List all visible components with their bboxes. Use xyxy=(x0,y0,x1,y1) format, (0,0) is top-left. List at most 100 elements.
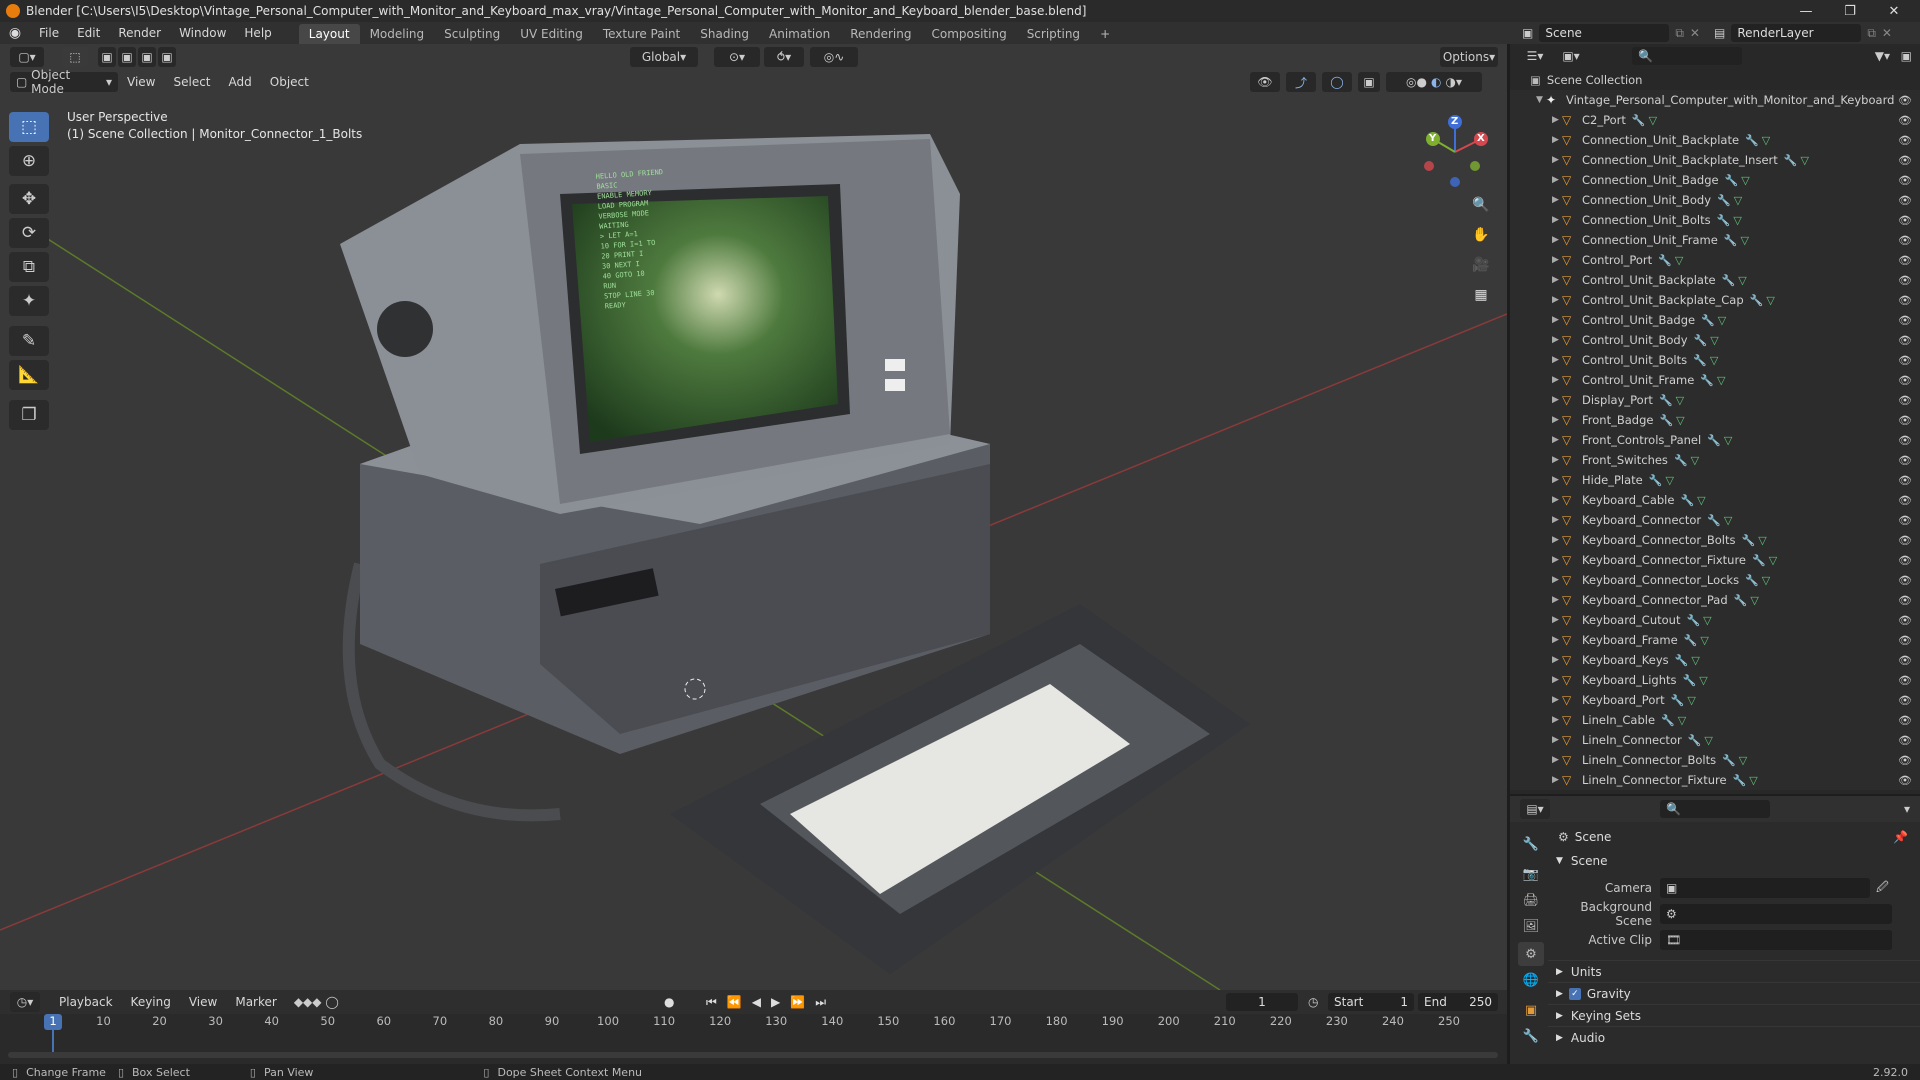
visibility-eye-icon[interactable]: 👁 xyxy=(1898,774,1912,787)
outliner-object-row[interactable]: ▶ ▽ Hide_Plate 🔧 ▽ 👁 xyxy=(1510,470,1920,490)
collection-row[interactable]: ▼ ✦ Vintage_Personal_Computer_with_Monit… xyxy=(1510,90,1920,110)
modifier-icon[interactable]: 🔧 xyxy=(1745,574,1759,587)
menu-render[interactable]: Render xyxy=(109,22,170,44)
outliner-object-row[interactable]: ▶ ▽ C2_Port 🔧 ▽ 👁 xyxy=(1510,110,1920,130)
mesh-data-icon[interactable]: ▽ xyxy=(1676,414,1684,427)
viewport-menu-select[interactable]: Select xyxy=(164,71,219,93)
outliner-object-row[interactable]: ▶ ▽ Control_Unit_Bolts 🔧 ▽ 👁 xyxy=(1510,350,1920,370)
visibility-eye-icon[interactable]: 👁 xyxy=(1898,354,1912,367)
outliner-object-row[interactable]: ▶ ▽ Keyboard_Cable 🔧 ▽ 👁 xyxy=(1510,490,1920,510)
outliner-object-row[interactable]: ▶ ▽ Keyboard_Connector_Locks 🔧 ▽ 👁 xyxy=(1510,570,1920,590)
viewport-menu-view[interactable]: View xyxy=(118,71,164,93)
object-tab-icon[interactable]: ▣ xyxy=(1518,998,1544,1022)
expand-icon[interactable]: ▶ xyxy=(1552,435,1562,445)
select-tool-icon[interactable]: ⬚ xyxy=(62,47,88,67)
visibility-eye-icon[interactable]: 👁 xyxy=(1898,374,1912,387)
proportional-edit-icon[interactable]: ◎∿ xyxy=(810,47,858,67)
outliner-object-row[interactable]: ▶ ▽ Keyboard_Frame 🔧 ▽ 👁 xyxy=(1510,630,1920,650)
visibility-eye-icon[interactable]: 👁 xyxy=(1898,634,1912,647)
ortho-toggle-icon[interactable]: ▦ xyxy=(1468,282,1494,308)
visibility-eye-icon[interactable]: 👁 xyxy=(1898,194,1912,207)
close-button[interactable]: ✕ xyxy=(1872,0,1916,22)
mesh-data-icon[interactable]: ▽ xyxy=(1762,574,1770,587)
visibility-eye-icon[interactable]: 👁 xyxy=(1898,294,1912,307)
expand-icon[interactable]: ▶ xyxy=(1552,415,1562,425)
modifier-icon[interactable]: 🔧 xyxy=(1671,694,1685,707)
modifier-icon[interactable]: 🔧 xyxy=(1745,134,1759,147)
expand-icon[interactable]: ▶ xyxy=(1552,555,1562,565)
modifier-icon[interactable]: 🔧 xyxy=(1742,534,1756,547)
visibility-eye-icon[interactable]: 👁 xyxy=(1898,454,1912,467)
maximize-button[interactable]: ❐ xyxy=(1828,0,1872,22)
outliner-search-input[interactable]: 🔍 xyxy=(1632,47,1742,65)
outliner-object-row[interactable]: ▶ ▽ Connection_Unit_Bolts 🔧 ▽ 👁 xyxy=(1510,210,1920,230)
add-workspace-button[interactable]: + xyxy=(1090,24,1120,44)
editor-type-button[interactable]: ▢▾ xyxy=(10,47,44,67)
measure-tool-icon[interactable]: 📐 xyxy=(9,360,49,390)
mesh-data-icon[interactable]: ▽ xyxy=(1691,454,1699,467)
mesh-data-icon[interactable]: ▽ xyxy=(1676,394,1684,407)
expand-icon[interactable]: ▶ xyxy=(1552,115,1562,125)
expand-icon[interactable]: ▶ xyxy=(1552,655,1562,665)
tool-tab-icon[interactable]: 🔧 xyxy=(1518,832,1544,856)
properties-editor-icon[interactable]: ▤▾ xyxy=(1520,799,1550,819)
collapse-icon[interactable]: ▼ xyxy=(1536,95,1546,105)
mesh-data-icon[interactable]: ▽ xyxy=(1699,674,1707,687)
xray-toggle-icon[interactable]: ▣ xyxy=(1358,72,1380,92)
render-tab-icon[interactable]: 📷 xyxy=(1518,862,1544,886)
outliner-object-row[interactable]: ▶ ▽ Control_Unit_Frame 🔧 ▽ 👁 xyxy=(1510,370,1920,390)
menu-file[interactable]: File xyxy=(30,22,68,44)
overlay-toggle-icon[interactable]: ◯ xyxy=(1322,72,1352,92)
outliner-object-row[interactable]: ▶ ▽ Control_Unit_Backplate_Cap 🔧 ▽ 👁 xyxy=(1510,290,1920,310)
properties-options-icon[interactable]: ▾ xyxy=(1904,802,1910,816)
render-layer-field[interactable]: RenderLayer xyxy=(1731,24,1862,42)
modifier-icon[interactable]: 🔧 xyxy=(1733,774,1747,787)
outliner-object-row[interactable]: ▶ ▽ Keyboard_Lights 🔧 ▽ 👁 xyxy=(1510,670,1920,690)
mesh-data-icon[interactable]: ▽ xyxy=(1750,594,1758,607)
modifier-icon[interactable]: 🔧 xyxy=(1661,714,1675,727)
modifier-icon[interactable]: 🔧 xyxy=(1659,414,1673,427)
outliner-object-row[interactable]: ▶ ▽ Connection_Unit_Badge 🔧 ▽ 👁 xyxy=(1510,170,1920,190)
viewport-menu-object[interactable]: Object xyxy=(261,71,318,93)
world-tab-icon[interactable]: 🌐 xyxy=(1518,968,1544,992)
expand-icon[interactable]: ▶ xyxy=(1552,195,1562,205)
tab-layout[interactable]: Layout xyxy=(298,24,360,44)
outliner-object-row[interactable]: ▶ ▽ Connection_Unit_Backplate 🔧 ▽ 👁 xyxy=(1510,130,1920,150)
expand-icon[interactable]: ▶ xyxy=(1552,755,1562,765)
display-mode-icon[interactable]: ▣▾ xyxy=(1556,46,1586,66)
modifier-icon[interactable]: 🔧 xyxy=(1675,654,1689,667)
gizmo-toggle-icon[interactable]: ⤴ xyxy=(1286,72,1316,92)
mesh-data-icon[interactable]: ▽ xyxy=(1717,374,1725,387)
outliner-object-row[interactable]: ▶ ▽ LineIn_Connector_Fixture 🔧 ▽ 👁 xyxy=(1510,770,1920,790)
mesh-data-icon[interactable]: ▽ xyxy=(1718,314,1726,327)
scale-tool-icon[interactable]: ⧉ xyxy=(9,252,49,282)
modifier-icon[interactable]: 🔧 xyxy=(1724,234,1738,247)
tab-modeling[interactable]: Modeling xyxy=(360,24,435,44)
outliner-object-row[interactable]: ▶ ▽ Connection_Unit_Frame 🔧 ▽ 👁 xyxy=(1510,230,1920,250)
mesh-data-icon[interactable]: ▽ xyxy=(1741,174,1749,187)
visibility-eye-icon[interactable]: 👁 xyxy=(1898,674,1912,687)
expand-icon[interactable]: ▶ xyxy=(1552,315,1562,325)
modifier-icon[interactable]: 🔧 xyxy=(1694,334,1708,347)
pin-icon[interactable]: 📌 xyxy=(1893,830,1908,844)
modifier-icon[interactable]: 🔧 xyxy=(1722,754,1736,767)
mesh-data-icon[interactable]: ▽ xyxy=(1758,534,1766,547)
expand-icon[interactable]: ▶ xyxy=(1552,615,1562,625)
new-layer-icon[interactable]: ⧉ xyxy=(1867,26,1876,41)
modifier-icon[interactable]: 🔧 xyxy=(1684,634,1698,647)
expand-icon[interactable]: ▶ xyxy=(1552,575,1562,585)
gravity-checkbox[interactable]: ✓ xyxy=(1568,987,1581,1000)
background-scene-field[interactable]: ⚙ xyxy=(1660,904,1892,924)
mesh-data-icon[interactable]: ▽ xyxy=(1675,254,1683,267)
panel-collapsed-icon[interactable]: ▶ xyxy=(1556,1011,1563,1021)
outliner-object-row[interactable]: ▶ ▽ Keyboard_Connector 🔧 ▽ 👁 xyxy=(1510,510,1920,530)
scene-panel-header[interactable]: ▼ Scene xyxy=(1548,850,1920,872)
select-intersect-icon[interactable]: ▣ xyxy=(158,47,176,67)
outliner-object-row[interactable]: ▶ ▽ Front_Switches 🔧 ▽ 👁 xyxy=(1510,450,1920,470)
zoom-icon[interactable]: 🔍 xyxy=(1468,192,1494,218)
select-box-tool-icon[interactable]: ⬚ xyxy=(9,112,49,142)
properties-search-input[interactable]: 🔍 xyxy=(1660,800,1770,818)
visibility-eye-icon[interactable]: 👁 xyxy=(1898,534,1912,547)
modifier-icon[interactable]: 🔧 xyxy=(1683,674,1697,687)
timeline-scrollbar[interactable] xyxy=(8,1052,1498,1058)
